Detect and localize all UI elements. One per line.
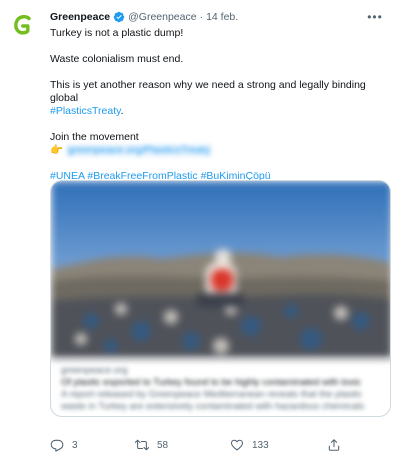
more-options-icon[interactable]: ••• xyxy=(366,8,384,26)
retweet-count: 58 xyxy=(157,439,169,451)
like-count: 133 xyxy=(252,439,269,451)
verified-badge-icon xyxy=(113,11,125,23)
hashtag-plastics-treaty[interactable]: #PlasticsTreaty xyxy=(50,105,121,117)
separator-dot: · xyxy=(199,11,204,23)
card-description: A report released by Greenpeace Mediterr… xyxy=(61,389,363,400)
tweet-date[interactable]: 14 feb. xyxy=(206,11,238,23)
greenpeace-logo-icon[interactable] xyxy=(8,10,38,40)
text-line: Turkey is not a plastic dump! xyxy=(50,27,184,39)
tweet-link[interactable]: greenpeace.org/PlasticsTreaty xyxy=(65,144,212,157)
link-preview-card[interactable]: greenpeace.org Of plastic exported to Tu… xyxy=(50,180,391,417)
like-button[interactable]: 133 xyxy=(230,438,269,452)
card-description-2: waste in Turkey are extensively contamin… xyxy=(61,401,365,412)
share-icon xyxy=(328,439,340,451)
card-title: Of plastic exported to Turkey found to b… xyxy=(61,377,361,388)
text-line: Waste colonialism must end. xyxy=(50,53,184,65)
text-segment: This is yet another reason why we need a… xyxy=(50,79,366,104)
reply-count: 3 xyxy=(72,439,78,451)
author-handle[interactable]: @Greenpeace xyxy=(128,11,196,23)
text-line: This is yet another reason why we need a… xyxy=(50,79,390,118)
tweet-header: Greenpeace @Greenpeace · 14 feb. ••• xyxy=(50,9,388,25)
text-segment: . xyxy=(120,105,124,117)
link-line: 👉 greenpeace.org/PlasticsTreaty xyxy=(50,144,390,157)
reply-icon xyxy=(50,439,64,452)
pointing-hand-icon: 👉 xyxy=(50,144,64,156)
text-line: Join the movement xyxy=(50,131,139,143)
card-image[interactable] xyxy=(51,181,390,358)
card-domain: greenpeace.org xyxy=(61,365,128,376)
tweet-text: Turkey is not a plastic dump! Waste colo… xyxy=(50,27,390,183)
reply-button[interactable]: 3 xyxy=(50,438,78,452)
card-meta[interactable]: greenpeace.org Of plastic exported to Tu… xyxy=(51,358,390,416)
retweet-icon xyxy=(135,439,149,451)
tweet-actions: 3 58 133 xyxy=(50,436,390,454)
tweet[interactable]: Greenpeace @Greenpeace · 14 feb. ••• Tur… xyxy=(0,0,400,459)
retweet-button[interactable]: 58 xyxy=(135,438,168,452)
author-name[interactable]: Greenpeace xyxy=(50,11,110,23)
heart-icon xyxy=(230,439,244,451)
share-button[interactable] xyxy=(327,438,349,452)
